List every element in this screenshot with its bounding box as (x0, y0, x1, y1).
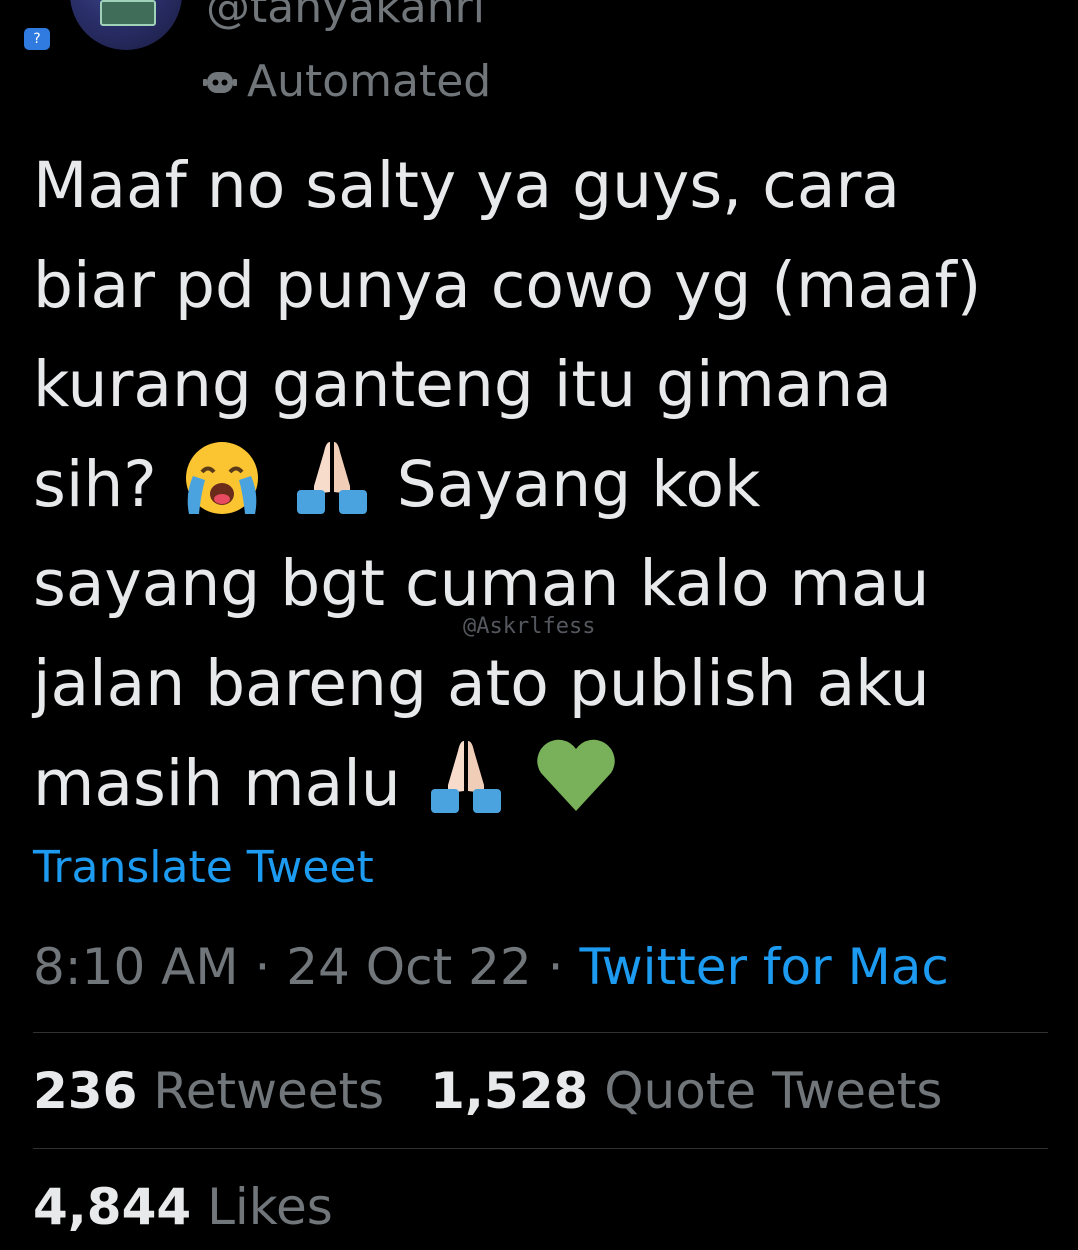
watermark: @Askrlfess (463, 614, 596, 639)
tweet-line: kurang ganteng itu gimana (33, 348, 893, 422)
tweet-fragment: masih malu (33, 746, 401, 820)
robot-icon (203, 71, 237, 93)
folded-hands-icon (430, 740, 501, 813)
automated-label: Automated (247, 56, 492, 107)
automated-badge-icon: ? (24, 28, 50, 50)
tweet-time[interactable]: 8:10 AM (33, 938, 239, 996)
tweet-line: jalan bareng ato publish aku (33, 646, 930, 720)
retweets-label: Retweets (153, 1062, 385, 1120)
likes-count: 4,844 (33, 1178, 192, 1236)
avatar-artwork (100, 0, 156, 26)
divider (33, 1148, 1048, 1149)
automated-label-row: Automated (203, 56, 491, 107)
tweet-source-link[interactable]: Twitter for Mac (579, 938, 948, 996)
likes-stats-row: 4,844 Likes (33, 1178, 363, 1236)
tweet-text: Maaf no salty ya guys, cara biar pd puny… (33, 136, 1063, 833)
meta-separator: · (547, 938, 564, 996)
quote-tweets-stat[interactable]: 1,528 Quote Tweets (430, 1062, 942, 1120)
green-heart-icon (537, 739, 615, 811)
avatar[interactable] (70, 0, 182, 50)
author-handle[interactable]: @tanyakanrl (206, 0, 485, 33)
tweet-line-with-emoji: sih? Sayang kok (33, 435, 1063, 535)
meta-separator: · (254, 938, 271, 996)
tweet-fragment: sih? (33, 447, 157, 521)
translate-tweet-link[interactable]: Translate Tweet (33, 842, 374, 893)
quote-tweets-label: Quote Tweets (604, 1062, 943, 1120)
loudly-crying-face-icon (185, 441, 258, 514)
tweet-line-with-emoji: masih malu (33, 734, 1063, 834)
tweet-meta: 8:10 AM · 24 Oct 22 · Twitter for Mac (33, 938, 949, 996)
tweet-date[interactable]: 24 Oct 22 (286, 938, 531, 996)
tweet-fragment: Sayang kok (396, 447, 761, 521)
quote-tweets-count: 1,528 (430, 1062, 589, 1120)
folded-hands-icon (296, 441, 367, 514)
engagement-stats-row: 236 Retweets 1,528 Quote Tweets (33, 1062, 972, 1120)
likes-stat[interactable]: 4,844 Likes (33, 1178, 333, 1236)
divider (33, 1032, 1048, 1033)
likes-label: Likes (207, 1178, 333, 1236)
retweets-stat[interactable]: 236 Retweets (33, 1062, 400, 1120)
tweet-line: biar pd punya cowo yg (maaf) (33, 248, 982, 322)
tweet-line: Maaf no salty ya guys, cara (33, 149, 900, 222)
retweets-count: 236 (33, 1062, 138, 1120)
